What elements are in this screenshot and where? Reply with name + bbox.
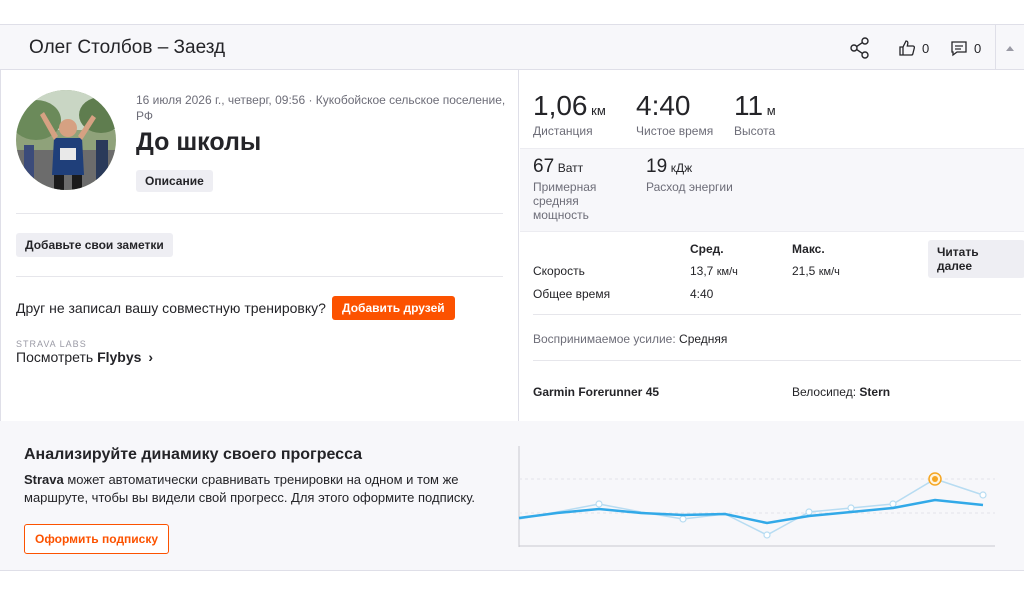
bike-label: Велосипед: <box>792 385 857 399</box>
chart-point <box>889 500 897 508</box>
speed-max: 21,5 км/ч <box>792 264 840 278</box>
activity-summary: 16 июля 2026 г., четверг, 09:56 · Кукобо… <box>0 70 1024 422</box>
subscribe-button[interactable]: Оформить подписку <box>24 524 170 554</box>
chevron-right-icon: › <box>148 349 153 365</box>
row-label: Скорость <box>533 264 585 278</box>
comments-button[interactable]: 0 <box>950 38 981 58</box>
elapsed-time-avg: 4:40 <box>690 287 714 301</box>
stat-unit: кДж <box>670 161 693 175</box>
stat-value: 4:40 <box>636 90 691 121</box>
share-button[interactable] <box>849 37 871 59</box>
promo-text: Strava может автоматически сравнивать тр… <box>24 471 494 507</box>
speed-max-value: 21,5 <box>792 264 816 278</box>
add-friends-button[interactable]: Добавить друзей <box>332 296 455 320</box>
stat-energy: 19 кДж Расход энергии <box>646 156 733 194</box>
secondary-stats: 67 Ватт Примерная средняя мощность 19 кД… <box>520 148 1024 232</box>
activity-stats: 1,06 км Дистанция 4:40 Чистое время 11 м… <box>520 70 1024 422</box>
progress-preview-chart <box>518 446 995 547</box>
comments-count: 0 <box>974 40 982 56</box>
stat-label: Высота <box>734 124 776 138</box>
friend-prompt: Друг не записал вашу совместную трениров… <box>16 300 326 316</box>
promo-body: может автоматически сравнивать тренировк… <box>24 472 476 505</box>
avatar[interactable] <box>16 90 116 190</box>
comment-icon <box>951 41 967 57</box>
add-notes-button[interactable]: Добавьте свои заметки <box>16 233 173 257</box>
chart-point <box>679 515 687 523</box>
flybys-label: Flybys <box>97 349 142 365</box>
divider <box>16 213 503 214</box>
divider <box>533 360 1021 361</box>
read-more-button[interactable]: Читать далее <box>928 240 1024 278</box>
flybys-prefix: Посмотреть <box>16 349 94 365</box>
stat-moving-time: 4:40 Чистое время <box>636 90 713 138</box>
stat-unit: км <box>591 103 606 118</box>
stat-label: Примерная средняя мощность <box>533 180 597 222</box>
stat-value: 19 <box>646 156 668 177</box>
promo-heading: Анализируйте динамику своего прогресса <box>24 446 363 463</box>
column-max: Макс. <box>792 242 825 256</box>
perceived-effort: Воспринимаемое усилие: Средняя <box>533 332 727 346</box>
row-label: Общее время <box>533 287 611 301</box>
stat-unit: Ватт <box>557 161 584 175</box>
speed-max-unit: км/ч <box>818 266 840 278</box>
stat-power: 67 Ватт Примерная средняя мощность <box>533 156 633 222</box>
flybys-link[interactable]: Посмотреть Flybys › <box>16 349 153 365</box>
kudos-count: 0 <box>922 40 930 56</box>
device-name: Garmin Forerunner 45 <box>533 385 660 399</box>
effort-value: Средняя <box>679 332 728 346</box>
highlight-point-center <box>932 476 938 482</box>
effort-label: Воспринимаемое усилие: <box>533 332 676 346</box>
bike-info: Велосипед: Stern <box>792 385 890 399</box>
speed-avg: 13,7 км/ч <box>690 264 738 278</box>
chart-point <box>763 531 771 539</box>
stat-value: 11 <box>734 90 764 121</box>
trend-line <box>518 498 984 525</box>
promo-brand: Strava <box>24 472 64 487</box>
chart-point <box>805 508 813 516</box>
collapse-button[interactable] <box>995 25 1024 70</box>
divider <box>533 314 1021 315</box>
strava-labs-label: STRAVA LABS <box>16 339 87 349</box>
activity-header: Олег Столбов – Заезд 0 0 <box>0 24 1024 70</box>
chart-point <box>979 491 987 499</box>
share-icon <box>850 37 869 59</box>
stat-elevation: 11 м Высота <box>734 90 776 138</box>
kudos-button[interactable]: 0 <box>898 38 929 58</box>
stat-unit: м <box>766 103 776 118</box>
stat-value: 67 <box>533 156 555 177</box>
activity-details: 16 июля 2026 г., четверг, 09:56 · Кукобо… <box>1 70 519 422</box>
subscription-promo: Анализируйте динамику своего прогресса S… <box>0 421 1024 571</box>
column-avg: Сред. <box>690 242 724 256</box>
divider <box>16 276 503 277</box>
bike-value: Stern <box>859 385 891 399</box>
stat-label: Чистое время <box>636 124 714 138</box>
activity-meta: 16 июля 2026 г., четверг, 09:56 · Кукобо… <box>136 93 506 123</box>
description-button[interactable]: Описание <box>136 170 213 192</box>
stat-value: 1,06 <box>533 90 588 121</box>
page-title: Олег Столбов – Заезд <box>29 37 226 58</box>
speed-avg-unit: км/ч <box>716 266 738 278</box>
activity-title: До школы <box>136 128 262 156</box>
thumbs-up-icon <box>899 40 916 56</box>
chart-point <box>595 500 603 508</box>
comparison-line <box>518 478 984 536</box>
caret-up-icon <box>1006 45 1014 51</box>
stat-distance: 1,06 км Дистанция <box>533 90 606 138</box>
speed-avg-value: 13,7 <box>690 264 714 278</box>
stat-label: Дистанция <box>533 124 593 138</box>
chart-point <box>847 504 855 512</box>
stat-label: Расход энергии <box>646 180 733 194</box>
